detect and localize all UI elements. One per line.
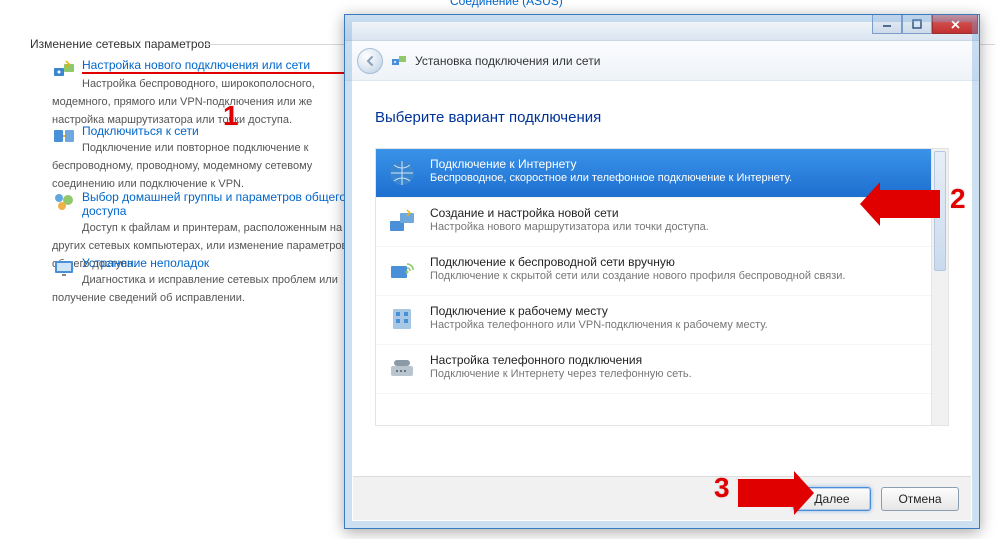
- minimize-button[interactable]: [872, 15, 902, 34]
- task-homegroup-title[interactable]: Выбор домашней группы и параметров общег…: [82, 190, 362, 218]
- option-manual-wireless[interactable]: Подключение к беспроводной сети вручную …: [376, 247, 948, 296]
- option-dialup[interactable]: Настройка телефонного подключения Подклю…: [376, 345, 948, 394]
- task-troubleshoot-title[interactable]: Устранение неполадок: [82, 256, 362, 270]
- wizard-title: Установка подключения или сети: [415, 54, 600, 68]
- option-workplace-title: Подключение к рабочему месту: [430, 304, 938, 318]
- wizard-footer: Далее Отмена: [353, 476, 971, 520]
- wizard-app-icon: [391, 53, 407, 69]
- task-connect-title[interactable]: Подключиться к сети: [82, 124, 362, 138]
- task-new-connection-desc: Настройка беспроводного, широкополосного…: [52, 78, 315, 126]
- homegroup-icon: [52, 190, 76, 214]
- troubleshoot-icon: [52, 256, 76, 280]
- option-workplace[interactable]: Подключение к рабочему месту Настройка т…: [376, 296, 948, 345]
- wizard-window: Установка подключения или сети Выберите …: [344, 14, 980, 529]
- option-internet-title: Подключение к Интернету: [430, 157, 938, 171]
- task-troubleshoot[interactable]: Устранение неполадок Диагностика и испра…: [52, 256, 362, 306]
- task-connect-to-network[interactable]: Подключиться к сети Подключение или повт…: [52, 124, 362, 192]
- wizard-titlebar[interactable]: [345, 15, 979, 41]
- task-new-connection[interactable]: Настройка нового подключения или сети На…: [52, 58, 362, 128]
- router-setup-icon: [386, 206, 418, 238]
- window-controls: [872, 15, 978, 34]
- wizard-content: Выберите вариант подключения Подключение…: [345, 81, 979, 426]
- cancel-button[interactable]: Отмена: [881, 487, 959, 511]
- option-manual-wireless-desc: Подключение к скрытой сети или создание …: [430, 270, 938, 282]
- option-manual-wireless-title: Подключение к беспроводной сети вручную: [430, 255, 938, 269]
- maximize-button[interactable]: [902, 15, 932, 34]
- bg-connection-link[interactable]: Соединение (ASUS): [450, 0, 563, 8]
- dialup-phone-icon: [386, 353, 418, 385]
- settings-heading: Изменение сетевых параметров: [30, 37, 211, 51]
- connect-network-icon: [52, 124, 76, 148]
- option-workplace-desc: Настройка телефонного или VPN-подключени…: [430, 319, 938, 331]
- network-setup-icon: [52, 58, 76, 82]
- annotation-arrow-3: [738, 479, 794, 507]
- annotation-arrow-2: [880, 190, 940, 218]
- annotation-number-3: 3: [714, 472, 730, 504]
- globe-icon: [386, 157, 418, 189]
- back-button[interactable]: [357, 48, 383, 74]
- task-troubleshoot-desc: Диагностика и исправление сетевых пробле…: [52, 274, 338, 304]
- workplace-icon: [386, 304, 418, 336]
- annotation-number-2: 2: [950, 183, 966, 215]
- annotation-number-1: 1: [223, 100, 239, 132]
- wireless-manual-icon: [386, 255, 418, 287]
- task-connect-desc: Подключение или повторное подключение к …: [52, 142, 312, 190]
- wizard-header: Установка подключения или сети: [345, 41, 979, 81]
- wizard-heading: Выберите вариант подключения: [375, 109, 949, 126]
- option-dialup-title: Настройка телефонного подключения: [430, 353, 938, 367]
- close-button[interactable]: [932, 15, 978, 34]
- task-new-connection-title[interactable]: Настройка нового подключения или сети: [82, 58, 362, 74]
- option-dialup-desc: Подключение к Интернету через телефонную…: [430, 368, 938, 380]
